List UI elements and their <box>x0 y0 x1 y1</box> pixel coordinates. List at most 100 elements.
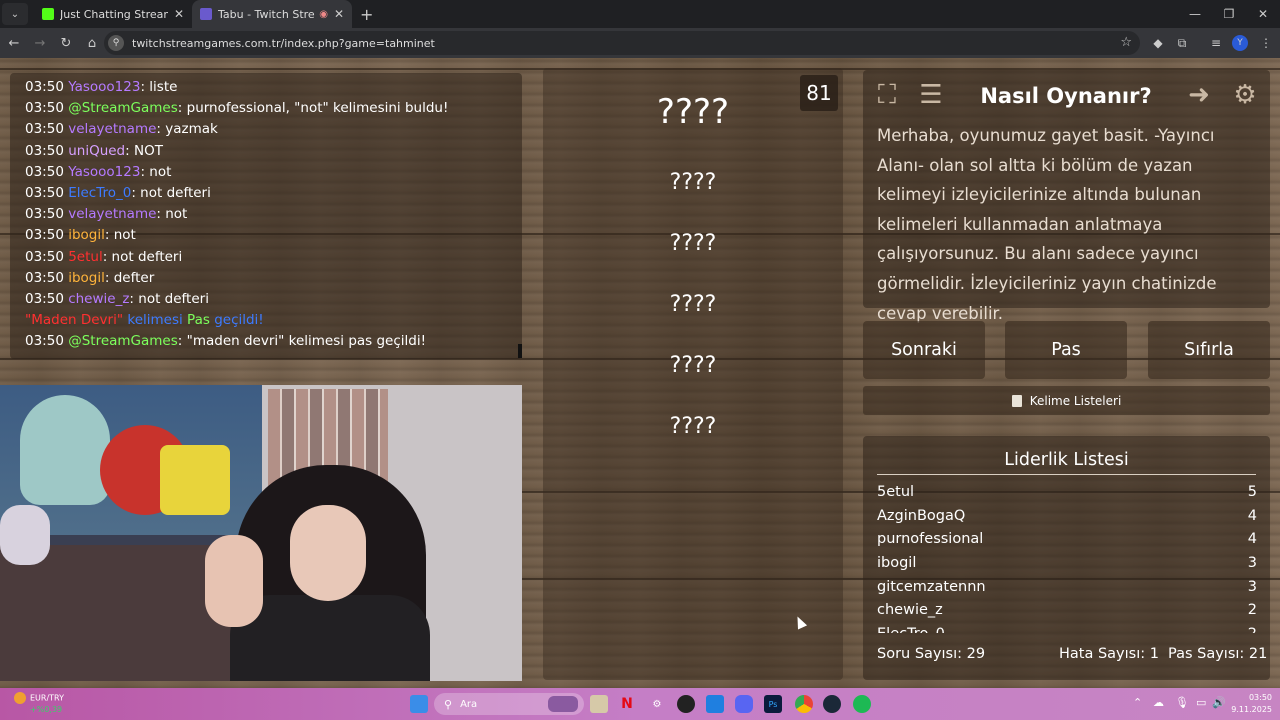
notes-icon[interactable]: ☰ <box>914 78 948 112</box>
chat-username: ElecTro_0 <box>68 184 132 201</box>
search-icon: ⚲ <box>444 697 453 711</box>
chat-username: Yasooo123 <box>68 79 141 95</box>
site-favicon-icon <box>200 8 212 20</box>
game-stats: Soru Sayısı: 29 Hata Sayısı: 1 Pas Sayıs… <box>877 646 1267 666</box>
tab-title: Just Chatting Streaming - Live S <box>60 7 168 21</box>
tray-chevron-icon[interactable]: ⌃ <box>1133 696 1142 709</box>
extensions-puzzle-icon[interactable]: ⧉ <box>1172 33 1192 53</box>
leaderboard-row: gitcemzatennn 3 <box>877 578 1257 595</box>
bookmark-star-icon[interactable]: ☆ <box>1120 35 1132 50</box>
clock-date: 9.11.2025 <box>1231 705 1272 714</box>
obs-icon[interactable] <box>677 695 695 713</box>
next-button[interactable]: Sonraki <box>863 321 985 379</box>
chat-username: ibogil <box>68 227 105 244</box>
recording-indicator-icon: ◉ <box>319 8 328 20</box>
fullscreen-icon[interactable]: ⛶ <box>870 78 904 112</box>
forbidden-word: ???? <box>669 414 717 439</box>
pass-button[interactable]: Pas <box>1005 321 1127 379</box>
photoshop-icon[interactable]: Ps <box>764 695 782 713</box>
forbidden-word: ???? <box>669 292 717 317</box>
poster-character <box>160 445 230 515</box>
chat-message: 03:50 ibogil: not <box>25 227 136 244</box>
taskbar-search[interactable]: ⚲ Ara <box>434 693 584 715</box>
chat-message: 03:50 chewie_z: not defteri <box>25 290 209 307</box>
chat-username: Yasooo123 <box>68 163 141 180</box>
back-button[interactable]: ← <box>2 31 26 55</box>
restore-button[interactable]: ❐ <box>1212 0 1246 28</box>
chat-message: 03:50 Yasooo123: not <box>25 163 172 180</box>
spotify-icon[interactable] <box>853 695 871 713</box>
browser-toolbar: ← → ↻ ⌂ ⚲ twitchstreamgames.com.tr/index… <box>0 28 1280 58</box>
start-windows-icon[interactable] <box>410 695 428 713</box>
chat-scrollbar-thumb[interactable] <box>518 344 522 358</box>
chrome-icon[interactable] <box>795 695 813 713</box>
leaderboard-row: ElecTro_02 <box>877 623 1257 633</box>
monitor-icon[interactable]: ▭ <box>1196 696 1206 709</box>
site-info-icon[interactable]: ⚲ <box>108 35 124 51</box>
settings-app-icon[interactable]: ⚙ <box>648 695 666 713</box>
chat-username: @StreamGames <box>68 333 178 350</box>
chat-username: @StreamGames <box>68 100 178 117</box>
home-button[interactable]: ⌂ <box>80 31 104 55</box>
close-tab-icon[interactable]: ✕ <box>334 7 344 21</box>
app-icon[interactable] <box>706 695 724 713</box>
chat-username: velayetname <box>68 121 157 138</box>
howto-title: Nasıl Oynanır? <box>980 84 1152 108</box>
chat-username: chewie_z <box>68 290 130 307</box>
exit-icon[interactable]: ➜ <box>1182 78 1216 112</box>
leaderboard-list[interactable]: 5etul 5 AzginBogaQ 4 purnofessional 4 ibogi… <box>877 481 1257 633</box>
chat-message: 03:50 5etul: not defteri <box>25 248 183 265</box>
profile-avatar[interactable]: Y <box>1232 35 1248 51</box>
pass-notice: "Maden Devri" kelimesi Pas geçildi! <box>25 312 264 329</box>
tab-just-chatting[interactable]: Just Chatting Streaming - Live S ✕ <box>34 0 192 28</box>
target-word: ???? <box>656 92 730 132</box>
kick-favicon-icon <box>42 8 54 20</box>
chat-message: 03:50 ibogil: defter <box>25 269 155 286</box>
forbidden-word: ???? <box>669 170 717 195</box>
steam-icon[interactable] <box>823 695 841 713</box>
close-tab-icon[interactable]: ✕ <box>174 7 184 21</box>
chat-message: 03:50 velayetname: yazmak <box>25 121 218 138</box>
media-control-icon[interactable]: ≡ <box>1206 33 1226 53</box>
pass-count: Pas Sayısı: 21 <box>1168 646 1268 662</box>
forbidden-word: ???? <box>669 353 717 378</box>
url-text: twitchstreamgames.com.tr/index.php?game=… <box>132 36 435 50</box>
currency-icon <box>14 692 26 704</box>
chat-message: 03:50 @StreamGames: "maden devri" kelime… <box>25 333 427 350</box>
leaderboard-row: chewie_z 2 <box>877 602 1257 619</box>
volume-icon[interactable]: 🔊 <box>1212 696 1226 709</box>
plush-toy <box>0 505 50 565</box>
search-highlight-image <box>548 696 578 712</box>
tray-app-icon[interactable]: ☁ <box>1153 696 1164 709</box>
word-lists-button[interactable]: Kelime Listeleri <box>863 386 1270 415</box>
browser-menu-icon[interactable]: ⋮ <box>1256 33 1276 53</box>
extension-icon[interactable]: ◆ <box>1148 33 1168 53</box>
microphone-icon[interactable]: 🎙 <box>1175 696 1189 709</box>
document-icon <box>1011 394 1022 407</box>
streamer-hand <box>205 535 263 627</box>
chat-message: 03:50 @StreamGames: purnofessional, "not… <box>25 100 449 117</box>
chat-username: velayetname <box>68 206 157 223</box>
netflix-icon[interactable]: N <box>618 695 636 713</box>
streamer-face <box>290 505 366 601</box>
minimize-button[interactable]: — <box>1178 0 1212 28</box>
clock-time: 03:50 <box>1248 693 1272 702</box>
chat-message: 03:50 ElecTro_0: not defteri <box>25 184 211 201</box>
tab-tabu[interactable]: Tabu - Twitch Stream Game ◉ ✕ <box>192 0 352 28</box>
forward-button[interactable]: → <box>28 31 52 55</box>
system-clock[interactable]: 03:50 9.11.2025 <box>1231 692 1272 716</box>
windows-taskbar: EUR/TRY +%0,39 ⚲ Ara N ⚙ Ps ⌃ ☁ 🎙 ▭ 🔊 03… <box>0 688 1280 720</box>
address-bar[interactable]: ⚲ twitchstreamgames.com.tr/index.php?gam… <box>104 31 1140 55</box>
close-window-button[interactable]: ✕ <box>1246 0 1280 28</box>
tab-search-button[interactable]: ⌄ <box>2 3 28 25</box>
reset-button[interactable]: Sıfırla <box>1148 321 1270 379</box>
window-controls: — ❐ ✕ <box>1178 0 1280 28</box>
leaderboard-row: AzginBogaQ 4 <box>877 507 1257 524</box>
reload-button[interactable]: ↻ <box>54 31 78 55</box>
stock-ticker-widget[interactable]: EUR/TRY +%0,39 <box>14 692 64 715</box>
discord-icon[interactable] <box>735 695 753 713</box>
error-count: Hata Sayısı: 1 <box>1059 646 1159 662</box>
settings-gear-icon[interactable]: ⚙ <box>1228 78 1262 112</box>
new-tab-button[interactable]: + <box>360 5 373 24</box>
file-explorer-icon[interactable] <box>590 695 608 713</box>
